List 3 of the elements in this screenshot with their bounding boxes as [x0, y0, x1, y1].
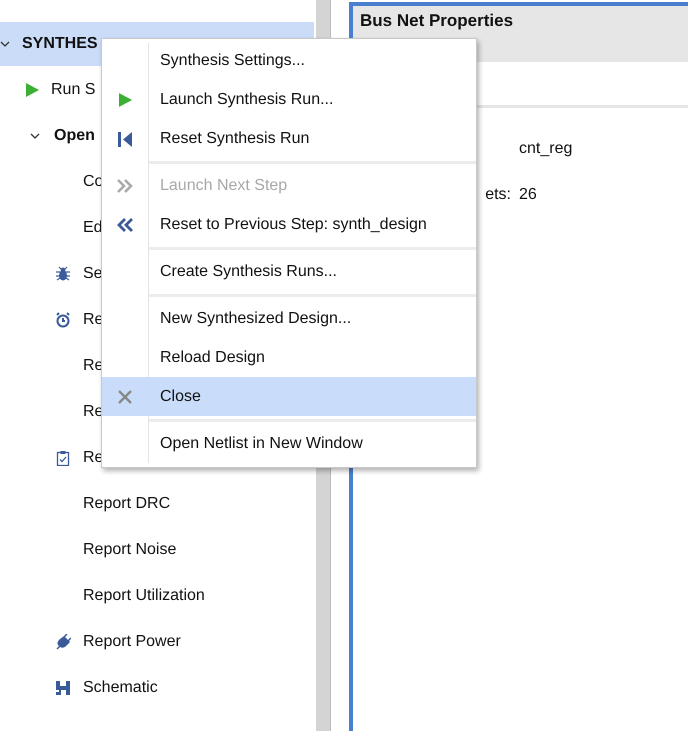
property-value: cnt_reg [519, 140, 572, 158]
property-label: ets: [484, 186, 512, 204]
property-value: 26 [519, 186, 537, 204]
